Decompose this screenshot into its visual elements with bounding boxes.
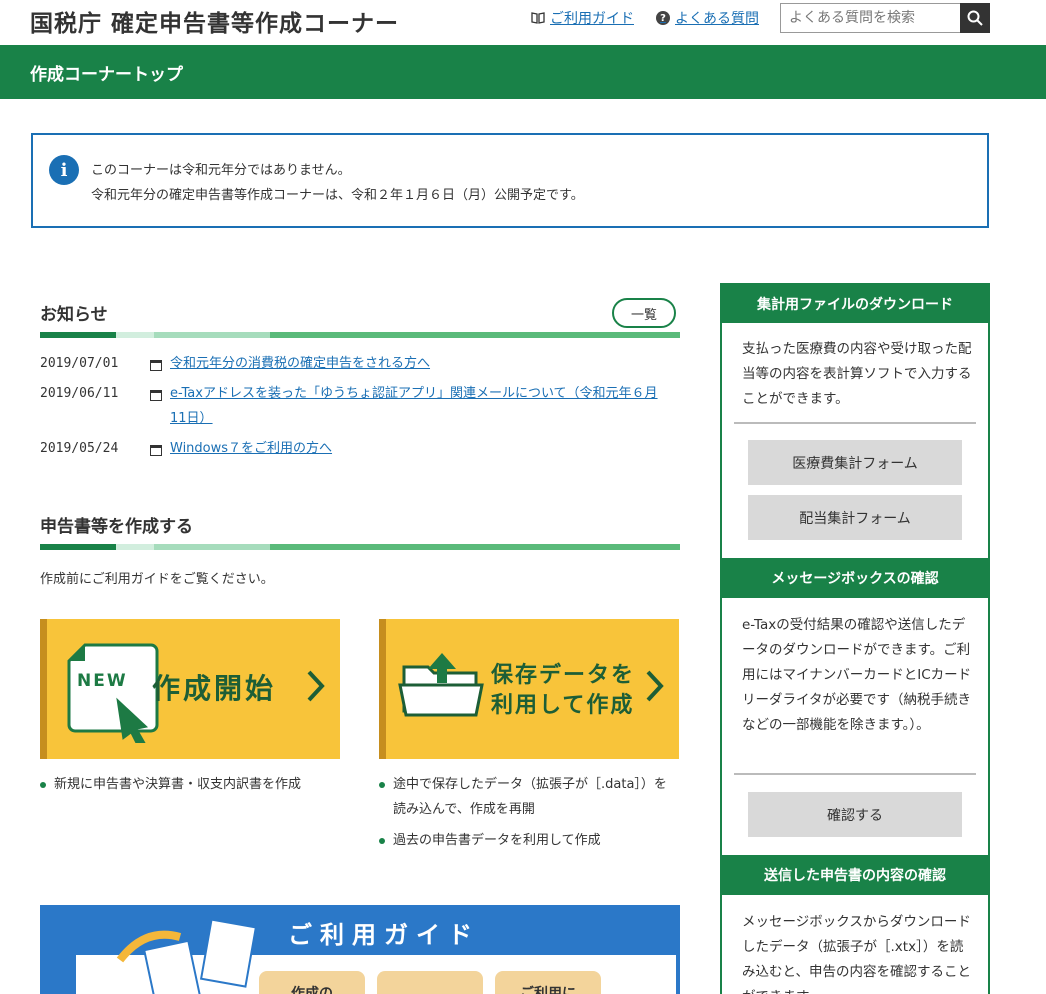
news-date: 2019/06/11 xyxy=(40,386,119,401)
sidebar-text-sent-return: メッセージボックスからダウンロードしたデータ（拡張子が［.xtx］）を読み込むと… xyxy=(742,914,971,994)
confirm-button[interactable]: 確認する xyxy=(748,792,962,837)
bullet-item: 新規に申告書や決算書・収支内訳書を作成 xyxy=(40,772,340,797)
create-note: 作成前にご利用ガイドをご覧ください。 xyxy=(40,572,274,587)
news-item: 2019/06/11 e-Taxアドレスを装った「ゆうちょ認証アプリ」関連メール… xyxy=(40,386,660,431)
sidebar-divider xyxy=(734,422,976,424)
new-window-icon xyxy=(150,360,162,371)
chevron-right-icon xyxy=(307,670,325,702)
dividend-form-button[interactable]: 配当集計フォーム xyxy=(748,495,962,540)
sidebar-heading-messagebox: メッセージボックスの確認 xyxy=(722,558,988,598)
notice-line-2: 令和元年分の確定申告書等作成コーナーは、令和２年１月６日（月）公開予定です。 xyxy=(91,188,584,203)
folder-upload-icon xyxy=(398,653,484,717)
start-new-card[interactable]: NEW 作成開始 xyxy=(40,619,340,759)
create-divider xyxy=(40,544,680,550)
use-saved-bullets: 途中で保存したデータ（拡張子が［.data］）を読み込んで、作成を再開 過去の申… xyxy=(379,772,679,859)
site-title: 国税庁 確定申告書等作成コーナー xyxy=(30,11,400,37)
new-window-icon xyxy=(150,390,162,401)
search-icon xyxy=(967,10,983,26)
nav-bar: 作成コーナートップ xyxy=(0,45,1046,99)
news-heading: お知らせ xyxy=(40,305,108,325)
new-window-icon xyxy=(150,445,162,456)
start-new-label: 作成開始 xyxy=(152,672,277,705)
faq-link[interactable]: ? よくある質問 xyxy=(656,8,759,28)
info-icon: i xyxy=(49,155,79,185)
news-date: 2019/07/01 xyxy=(40,356,119,371)
bullet-item: 過去の申告書データを利用して作成 xyxy=(379,828,679,853)
news-link[interactable]: e-Taxアドレスを装った「ゆうちょ認証アプリ」関連メールについて（令和元年６月… xyxy=(170,381,660,431)
guide-link-label[interactable]: ご利用ガイド xyxy=(550,8,634,28)
notice-line-1: このコーナーは令和元年分ではありません。 xyxy=(91,163,351,178)
book-icon xyxy=(531,12,545,24)
new-badge: NEW xyxy=(77,671,128,691)
question-icon: ? xyxy=(656,11,670,25)
use-saved-data-card[interactable]: 保存データを 利用して作成 xyxy=(379,619,679,759)
banner-title: ご利用ガイド xyxy=(288,921,480,949)
usage-guide-banner[interactable]: ご利用ガイド 作成の ご利用に xyxy=(40,905,680,994)
banner-tab[interactable]: ご利用に xyxy=(495,971,601,994)
new-document-icon xyxy=(67,643,159,743)
sidebar-text-download: 支払った医療費の内容や受け取った配当等の内容を表計算ソフトで入力することができま… xyxy=(742,341,972,407)
news-date: 2019/05/24 xyxy=(40,441,119,456)
medical-expense-form-button[interactable]: 医療費集計フォーム xyxy=(748,440,962,485)
guide-link[interactable]: ご利用ガイド xyxy=(531,8,634,28)
sidebar-heading-sent-return: 送信した申告書の内容の確認 xyxy=(722,855,988,895)
news-divider xyxy=(40,332,680,338)
use-saved-label-1: 保存データを xyxy=(491,663,636,688)
sidebar-heading-download: 集計用ファイルのダウンロード xyxy=(722,285,988,323)
faq-search-input[interactable] xyxy=(780,3,960,33)
news-list-button[interactable]: 一覧 xyxy=(612,298,676,328)
news-item: 2019/07/01 令和元年分の消費税の確定申告をされる方へ xyxy=(40,356,660,376)
news-link[interactable]: Windows７をご利用の方へ xyxy=(170,436,660,461)
chevron-right-icon xyxy=(646,670,664,702)
site-header: 国税庁 確定申告書等作成コーナー ご利用ガイド ? よくある質問 xyxy=(0,0,1046,45)
start-new-bullets: 新規に申告書や決算書・収支内訳書を作成 xyxy=(40,772,340,803)
banner-tab[interactable]: 作成の xyxy=(259,971,365,994)
right-sidebar: 集計用ファイルのダウンロード 支払った医療費の内容や受け取った配当等の内容を表計… xyxy=(720,283,990,994)
sidebar-text-messagebox: e-Taxの受付結果の確認や送信したデータのダウンロードができます。ご利用にはマ… xyxy=(742,617,972,733)
create-heading: 申告書等を作成する xyxy=(40,517,193,537)
documents-illustration xyxy=(116,918,258,994)
search-button[interactable] xyxy=(960,3,990,33)
bullet-item: 途中で保存したデータ（拡張子が［.data］）を読み込んで、作成を再開 xyxy=(379,772,679,822)
faq-link-label[interactable]: よくある質問 xyxy=(675,8,759,28)
sidebar-divider xyxy=(734,773,976,775)
news-item: 2019/05/24 Windows７をご利用の方へ xyxy=(40,441,660,461)
info-notice: i このコーナーは令和元年分ではありません。 令和元年分の確定申告書等作成コーナ… xyxy=(31,133,989,228)
news-link[interactable]: 令和元年分の消費税の確定申告をされる方へ xyxy=(170,351,660,376)
use-saved-label-2: 利用して作成 xyxy=(491,693,635,718)
banner-tab[interactable] xyxy=(377,971,483,994)
nav-title[interactable]: 作成コーナートップ xyxy=(30,60,183,85)
